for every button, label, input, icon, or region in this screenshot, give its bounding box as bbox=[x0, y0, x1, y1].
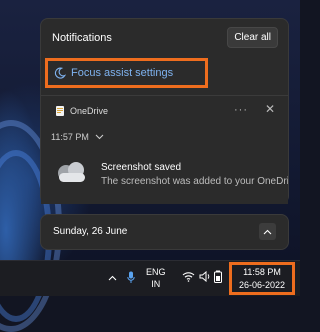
clock-time: 11:58 PM bbox=[243, 267, 281, 277]
taskbar-clock[interactable]: 11:58 PM 26-06-2022 bbox=[229, 262, 295, 295]
calendar-date: Sunday, 26 June bbox=[53, 226, 128, 237]
close-icon[interactable]: ✕ bbox=[265, 102, 275, 116]
onedrive-icon bbox=[56, 106, 64, 116]
microphone-icon[interactable] bbox=[127, 271, 135, 284]
show-hidden-icons[interactable] bbox=[108, 275, 117, 281]
taskbar: ENG IN 11:58 PM 26-06-2022 bbox=[0, 260, 300, 296]
notification-center: Notifications Clear all Focus assist set… bbox=[40, 18, 289, 204]
speaker-icon[interactable] bbox=[199, 271, 211, 282]
wifi-icon[interactable] bbox=[182, 271, 195, 282]
notification-card[interactable]: OneDrive ··· ✕ 11:57 PM Screenshot saved… bbox=[41, 95, 288, 204]
moon-icon bbox=[54, 67, 66, 79]
chevron-down-icon bbox=[95, 134, 104, 140]
clear-all-button[interactable]: Clear all bbox=[227, 27, 278, 48]
language-indicator[interactable]: ENG IN bbox=[146, 266, 166, 290]
chevron-up-icon bbox=[263, 229, 272, 234]
focus-assist-label: Focus assist settings bbox=[71, 67, 174, 79]
notifications-title: Notifications bbox=[52, 32, 112, 44]
notification-title: Screenshot saved bbox=[101, 162, 182, 173]
cloud-icon bbox=[58, 162, 85, 182]
notification-time: 11:57 PM bbox=[51, 132, 89, 142]
notification-time-row[interactable]: 11:57 PM bbox=[51, 132, 104, 142]
language-region: IN bbox=[151, 279, 161, 289]
notification-body: The screenshot was added to your OneDriv… bbox=[101, 176, 288, 187]
clock-date: 26-06-2022 bbox=[238, 280, 286, 290]
language-code: ENG bbox=[146, 267, 166, 277]
notification-app-header: OneDrive bbox=[56, 106, 108, 116]
calendar-panel: Sunday, 26 June bbox=[40, 214, 289, 250]
more-icon[interactable]: ··· bbox=[234, 104, 248, 116]
calendar-collapse-button[interactable] bbox=[259, 223, 276, 240]
battery-icon[interactable] bbox=[213, 270, 225, 283]
focus-assist-settings-link[interactable]: Focus assist settings bbox=[45, 58, 208, 88]
notification-app-name: OneDrive bbox=[70, 106, 109, 116]
